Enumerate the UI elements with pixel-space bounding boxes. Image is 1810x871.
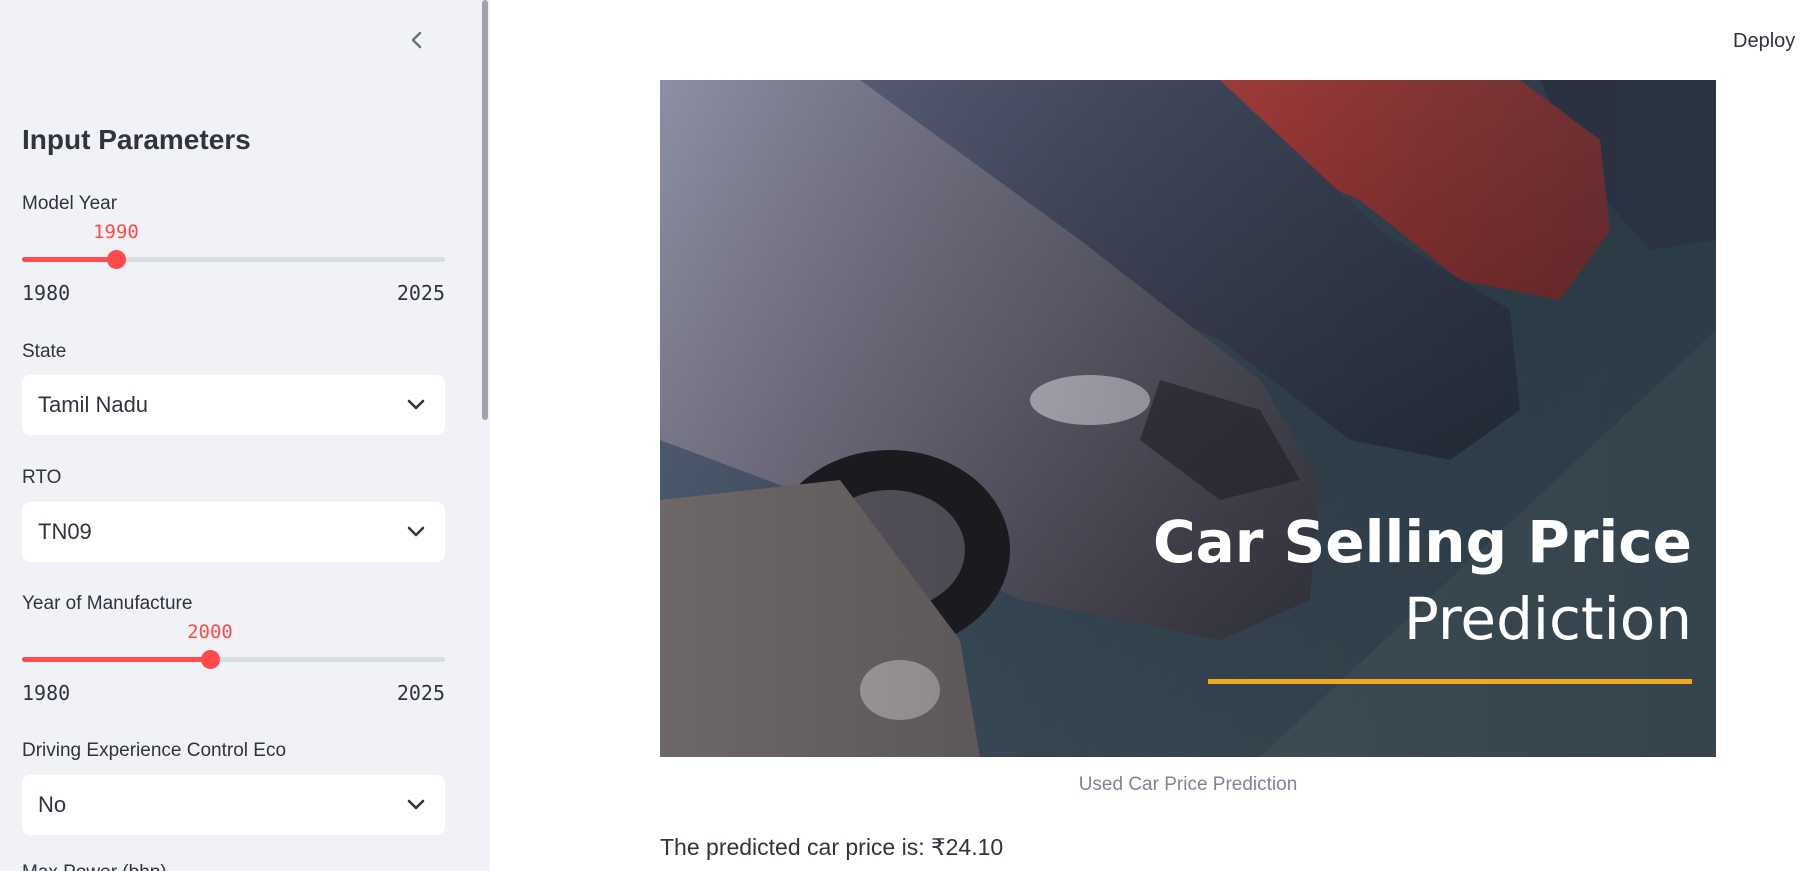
state-select[interactable]: Tamil Nadu bbox=[22, 375, 445, 435]
chevron-down-icon bbox=[407, 526, 425, 537]
rto-select[interactable]: TN09 bbox=[22, 502, 445, 562]
slider-fill bbox=[22, 257, 116, 262]
state-select-value: Tamil Nadu bbox=[38, 392, 149, 417]
year-of-manufacture-range: 1980 2025 bbox=[22, 681, 445, 705]
slider-thumb[interactable] bbox=[201, 650, 220, 669]
driving-experience-control-eco-label: Driving Experience Control Eco bbox=[22, 740, 287, 761]
year-of-manufacture-label: Year of Manufacture bbox=[22, 593, 193, 614]
prediction-result: The predicted car price is: ₹24.10 bbox=[660, 834, 1004, 860]
hero-underline bbox=[1208, 679, 1692, 684]
hero-title-line2: Prediction bbox=[1403, 585, 1692, 653]
slider-min-label: 1980 bbox=[22, 681, 71, 705]
chevron-down-icon bbox=[407, 399, 425, 410]
driving-experience-control-eco-select-value: No bbox=[38, 792, 67, 817]
driving-experience-control-eco-select[interactable]: No bbox=[22, 775, 445, 835]
chevron-left-icon bbox=[411, 31, 422, 49]
collapse-sidebar-button[interactable] bbox=[403, 26, 431, 54]
rto-label: RTO bbox=[22, 467, 62, 488]
sidebar-title: Input Parameters bbox=[22, 124, 251, 155]
sidebar-scrollbar[interactable] bbox=[480, 0, 490, 871]
model-year-range: 1980 2025 bbox=[22, 281, 445, 305]
slider-max-label: 2025 bbox=[396, 281, 445, 305]
slider-value: 1990 bbox=[93, 221, 139, 243]
max-power-label: Max Power (bhp) bbox=[22, 862, 167, 871]
model-year-label: Model Year bbox=[22, 193, 118, 214]
image-caption: Used Car Price Prediction bbox=[1078, 774, 1298, 795]
scrollbar-thumb[interactable] bbox=[482, 0, 488, 420]
model-year-slider[interactable]: 1990 bbox=[22, 221, 445, 281]
slider-max-label: 2025 bbox=[396, 681, 445, 705]
chevron-down-icon bbox=[407, 799, 425, 810]
state-label: State bbox=[22, 341, 67, 362]
hero-image: Car Selling Price Prediction bbox=[660, 80, 1716, 757]
hero-image-graphic bbox=[660, 80, 1716, 757]
rto-select-value: TN09 bbox=[38, 519, 92, 544]
year-of-manufacture-slider[interactable]: 2000 bbox=[22, 621, 445, 681]
slider-thumb[interactable] bbox=[107, 250, 126, 269]
deploy-button[interactable]: Deploy bbox=[1733, 30, 1795, 53]
slider-fill bbox=[22, 657, 210, 662]
hero-title-line1: Car Selling Price bbox=[1153, 508, 1692, 576]
sidebar: Input Parameters Model Year 1990 1980 20… bbox=[0, 0, 490, 871]
slider-min-label: 1980 bbox=[22, 281, 71, 305]
slider-value: 2000 bbox=[187, 621, 233, 643]
